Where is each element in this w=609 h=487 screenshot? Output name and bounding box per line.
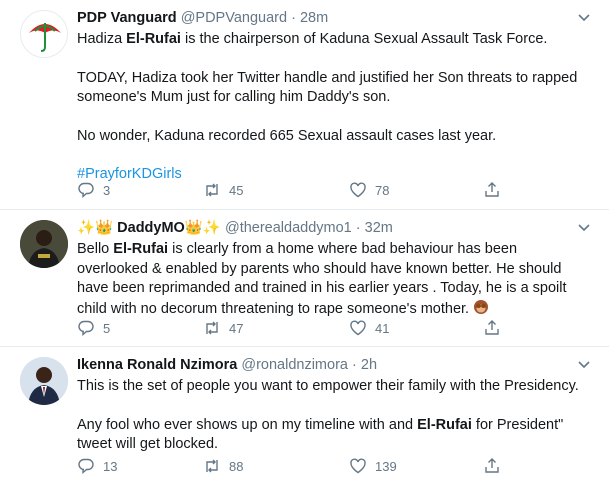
reply-button[interactable]: 3 <box>77 181 110 199</box>
author-name[interactable]: PDP Vanguard <box>77 10 177 26</box>
tweet[interactable]: ✨👑 DaddyMO👑✨ @therealdaddymo1 · 32m Bell… <box>0 210 609 347</box>
profile-photo <box>20 357 68 405</box>
tweet-content: ✨👑 DaddyMO👑✨ @therealdaddymo1 · 32m Bell… <box>77 218 591 319</box>
profile-photo <box>20 220 68 268</box>
avatar-pdp-vanguard[interactable] <box>20 10 68 58</box>
text-segment: Bello <box>77 241 114 257</box>
author-handle[interactable]: @PDPVanguard <box>181 10 287 26</box>
retweet-icon <box>206 321 218 335</box>
reply-icon <box>78 320 94 337</box>
avatar-ikenna-nzimora[interactable] <box>20 357 68 405</box>
crown-emoji: 👑 <box>95 220 114 236</box>
like-count: 41 <box>375 320 390 336</box>
like-button[interactable]: 139 <box>349 457 397 475</box>
heart-icon <box>350 320 366 336</box>
tweet-header: Ikenna Ronald Nzimora @ronaldnzimora · 2… <box>77 355 591 375</box>
share-button[interactable] <box>483 457 501 475</box>
like-count: 139 <box>375 458 397 474</box>
share-button[interactable] <box>483 181 501 199</box>
text-paragraph: TODAY, Hadiza took her Twitter handle an… <box>77 69 578 106</box>
author-handle[interactable]: @ronaldnzimora <box>241 357 348 373</box>
retweet-button[interactable]: 47 <box>203 319 243 337</box>
text-segment: Any fool who ever shows up on my timelin… <box>77 416 418 433</box>
chevron-down-icon[interactable] <box>577 10 591 24</box>
reply-count: 3 <box>103 182 111 198</box>
text-paragraph: This is the set of people you want to em… <box>77 378 579 394</box>
text-segment: is the chairperson of Kaduna Sexual Assa… <box>180 31 548 47</box>
share-icon <box>485 320 499 335</box>
separator-dot: · <box>352 357 357 373</box>
tweet-content: PDP Vanguard @PDPVanguard · 28m Hadiza E… <box>77 8 591 185</box>
like-button[interactable]: 78 <box>349 181 389 199</box>
tweet-header: PDP Vanguard @PDPVanguard · 28m <box>77 8 591 28</box>
retweet-icon <box>206 183 218 197</box>
highlighted-term: El-Rufai <box>113 241 169 257</box>
tweet-actions: 13 88 139 <box>77 457 591 477</box>
chevron-down-icon[interactable] <box>577 357 591 371</box>
sparkles-emoji: ✨ <box>77 220 96 236</box>
retweet-icon <box>206 459 218 473</box>
avatar-daddymo[interactable] <box>20 220 68 268</box>
highlighted-term: El-Rufai <box>417 416 472 433</box>
heart-icon <box>350 182 366 198</box>
author-name-text: DaddyMO <box>113 220 185 236</box>
see-no-evil-monkey-icon <box>474 299 489 314</box>
share-icon <box>485 458 499 473</box>
tweet-actions: 5 47 41 <box>77 319 591 339</box>
separator-dot: · <box>291 10 296 26</box>
retweet-button[interactable]: 88 <box>203 457 243 475</box>
tweet-actions: 3 45 78 <box>77 181 591 201</box>
heart-icon <box>350 458 366 474</box>
retweet-count: 45 <box>229 182 244 198</box>
timestamp[interactable]: 2h <box>361 357 377 373</box>
tweet[interactable]: PDP Vanguard @PDPVanguard · 28m Hadiza E… <box>0 0 609 210</box>
timeline: PDP Vanguard @PDPVanguard · 28m Hadiza E… <box>0 0 609 487</box>
share-icon <box>485 182 499 197</box>
tweet[interactable]: Ikenna Ronald Nzimora @ronaldnzimora · 2… <box>0 347 609 487</box>
text-paragraph: No wonder, Kaduna recorded 665 Sexual as… <box>77 127 497 144</box>
tweet-content: Ikenna Ronald Nzimora @ronaldnzimora · 2… <box>77 355 591 455</box>
reply-icon <box>78 458 94 475</box>
text-segment: Hadiza <box>77 31 127 47</box>
like-count: 78 <box>375 182 390 198</box>
retweet-count: 47 <box>229 320 244 336</box>
author-name[interactable]: Ikenna Ronald Nzimora <box>77 357 237 373</box>
author-name[interactable]: ✨👑 DaddyMO👑✨ <box>77 220 221 236</box>
tweet-header: ✨👑 DaddyMO👑✨ @therealdaddymo1 · 32m <box>77 218 591 238</box>
reply-button[interactable]: 13 <box>77 457 117 475</box>
tweet-text: Bello El-Rufai is clearly from a home wh… <box>77 240 591 319</box>
tweet-text: This is the set of people you want to em… <box>77 377 591 455</box>
chevron-down-icon[interactable] <box>577 220 591 234</box>
reply-count: 5 <box>103 320 111 336</box>
highlighted-term: El-Rufai <box>126 31 181 47</box>
timestamp[interactable]: 28m <box>300 10 328 26</box>
author-handle[interactable]: @therealdaddymo1 <box>225 220 352 236</box>
separator-dot: · <box>355 220 361 236</box>
like-button[interactable]: 41 <box>349 319 389 337</box>
pdp-umbrella-logo <box>29 23 61 52</box>
retweet-count: 88 <box>229 458 244 474</box>
tweet-text: Hadiza El-Rufai is the chairperson of Ka… <box>77 30 591 185</box>
timestamp[interactable]: 32m <box>365 220 393 236</box>
reply-count: 13 <box>103 458 118 474</box>
retweet-button[interactable]: 45 <box>203 181 243 199</box>
reply-icon <box>78 182 94 199</box>
reply-button[interactable]: 5 <box>77 319 110 337</box>
share-button[interactable] <box>483 319 501 337</box>
crown-sparkles-emoji: 👑✨ <box>184 220 221 236</box>
hashtag-link[interactable]: #PrayforKDGirls <box>77 166 182 182</box>
